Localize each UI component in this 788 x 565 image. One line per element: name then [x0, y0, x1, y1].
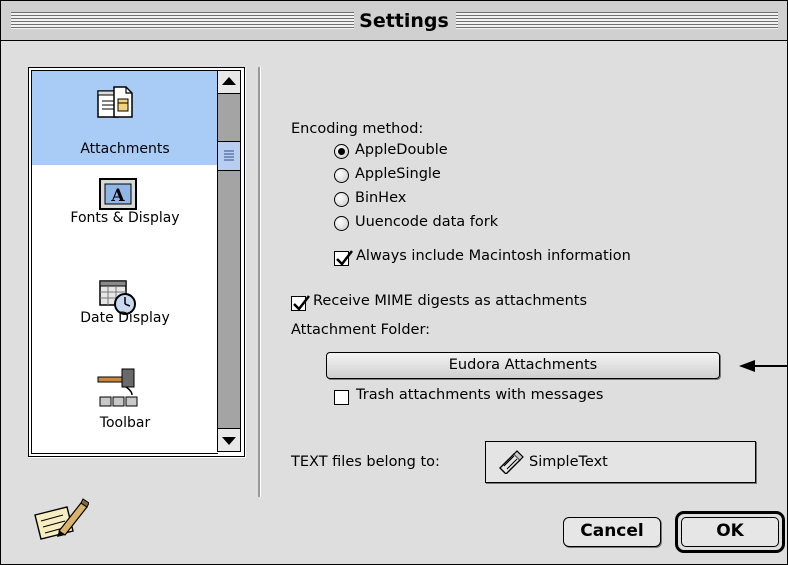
arrow-up-icon	[222, 77, 236, 85]
category-list-panel: Attachments A Fonts & Display Date Displ…	[28, 67, 245, 457]
arrow-left-icon	[739, 358, 787, 378]
ok-button-default-ring: OK	[675, 511, 785, 553]
category-scrollbar[interactable]	[217, 70, 241, 452]
category-list[interactable]: Attachments A Fonts & Display Date Displ…	[31, 70, 218, 454]
checkbox-label: Trash attachments with messages	[356, 387, 604, 403]
arrow-down-icon	[222, 437, 236, 445]
scroll-up-button[interactable]	[218, 71, 240, 94]
checkmark-icon	[293, 295, 310, 311]
scroll-down-button[interactable]	[218, 428, 240, 451]
checkbox-label: Receive MIME digests as attachments	[313, 293, 588, 309]
checkbox[interactable]	[291, 295, 310, 311]
category-label: Toolbar	[99, 415, 151, 431]
text-files-app-popup[interactable]: SimpleText	[485, 441, 756, 483]
stationery-pen-icon	[33, 497, 90, 545]
svg-text:A: A	[110, 186, 125, 206]
panel-divider	[258, 67, 260, 497]
category-label: Date Display	[80, 310, 170, 326]
attachment-folder-label: Attachment Folder:	[291, 322, 431, 338]
radio-button[interactable]	[334, 168, 349, 183]
text-files-label: TEXT files belong to:	[291, 454, 440, 470]
settings-window: Settings Attachments A Fonts & Display D…	[0, 0, 788, 565]
title-bar-stripes-left	[11, 12, 354, 29]
toolbar-icon	[96, 367, 140, 417]
checkbox-label: Always include Macintosh information	[356, 248, 631, 264]
radio-label: AppleSingle	[355, 166, 441, 182]
category-item-date-display[interactable]: Date Display	[32, 259, 218, 353]
cancel-button[interactable]: Cancel	[563, 517, 661, 547]
category-item-attachments[interactable]: Attachments	[32, 71, 218, 165]
simpletext-icon	[498, 450, 524, 478]
category-item-toolbar[interactable]: Toolbar	[32, 353, 218, 453]
attachments-icon	[94, 85, 138, 127]
grip-icon	[224, 150, 234, 161]
radio-label: Uuencode data fork	[355, 214, 499, 230]
attachment-folder-button[interactable]: Eudora Attachments	[326, 352, 720, 379]
scroll-thumb[interactable]	[218, 141, 240, 171]
radio-label: AppleDouble	[355, 142, 448, 158]
radio-button[interactable]	[334, 192, 349, 207]
checkbox[interactable]	[334, 390, 349, 405]
window-title: Settings	[354, 10, 454, 32]
ok-button[interactable]: OK	[681, 517, 779, 547]
category-label: Fonts & Display	[70, 210, 180, 226]
category-item-fonts-display[interactable]: A Fonts & Display	[32, 165, 218, 259]
popup-value: SimpleText	[529, 454, 608, 470]
encoding-method-label: Encoding method:	[291, 121, 424, 137]
checkbox[interactable]	[334, 250, 353, 266]
category-label: Attachments	[80, 141, 170, 157]
title-bar[interactable]: Settings	[1, 1, 787, 41]
radio-button[interactable]	[334, 144, 349, 159]
title-bar-stripes-right	[456, 12, 778, 29]
checkmark-icon	[336, 250, 353, 266]
radio-button[interactable]	[334, 216, 349, 231]
radio-label: BinHex	[355, 190, 407, 206]
